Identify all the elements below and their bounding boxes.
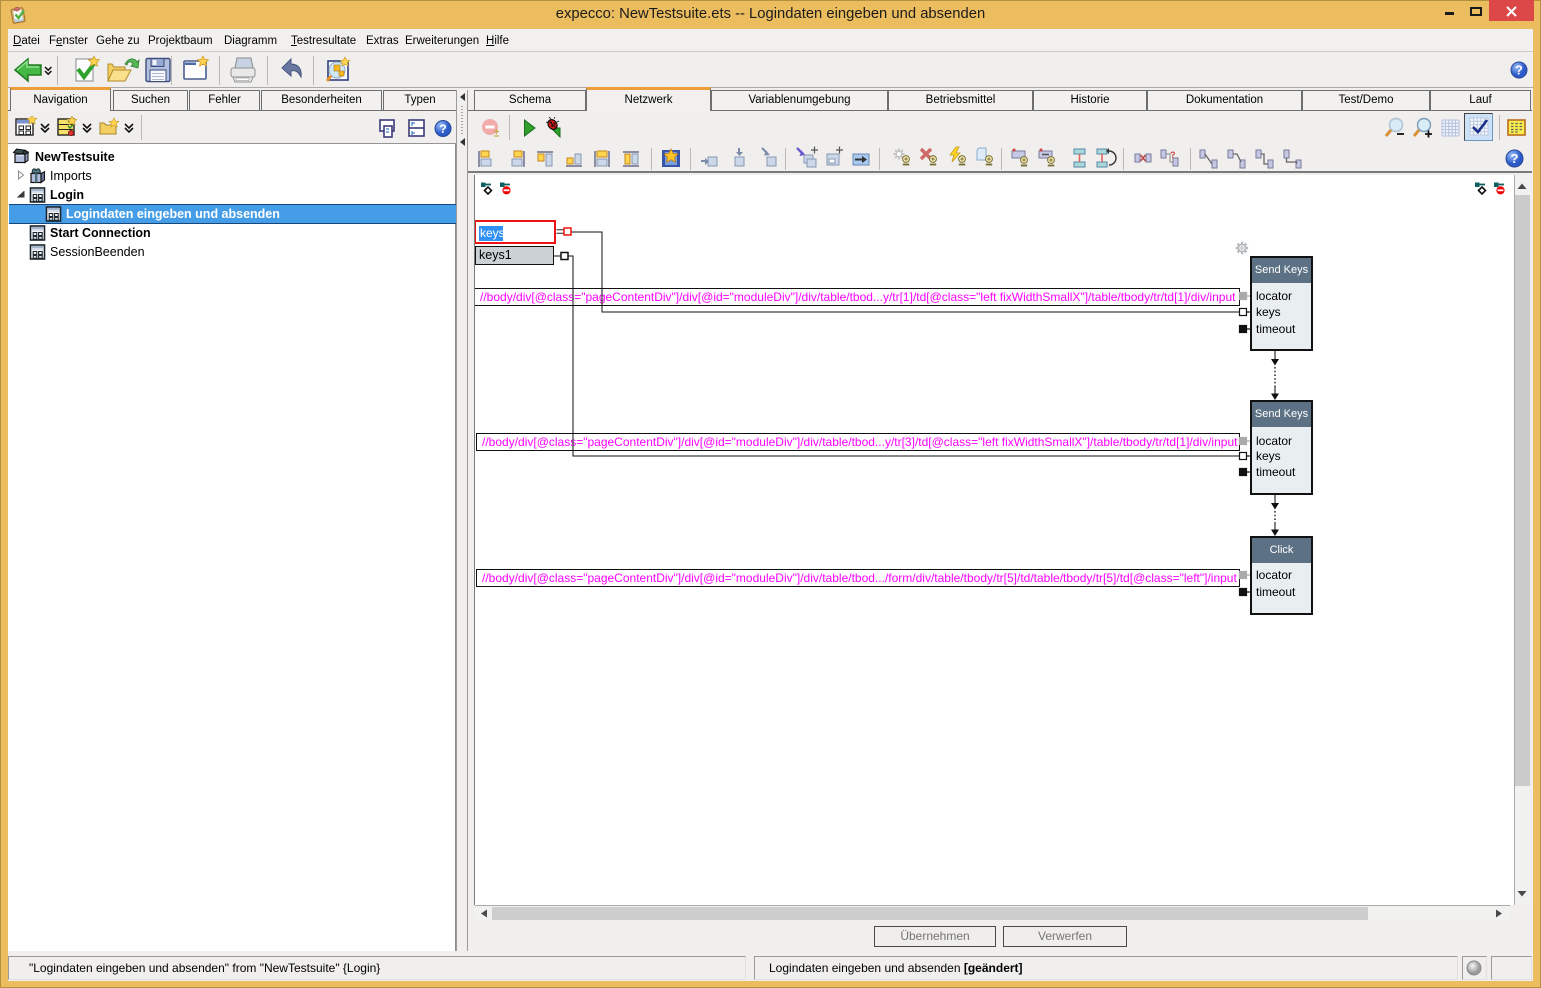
- svg-text:?: ?: [1515, 63, 1523, 77]
- svg-text:?: ?: [1511, 151, 1519, 166]
- svg-text:?: ?: [1170, 150, 1176, 160]
- svg-text:?: ?: [439, 122, 446, 136]
